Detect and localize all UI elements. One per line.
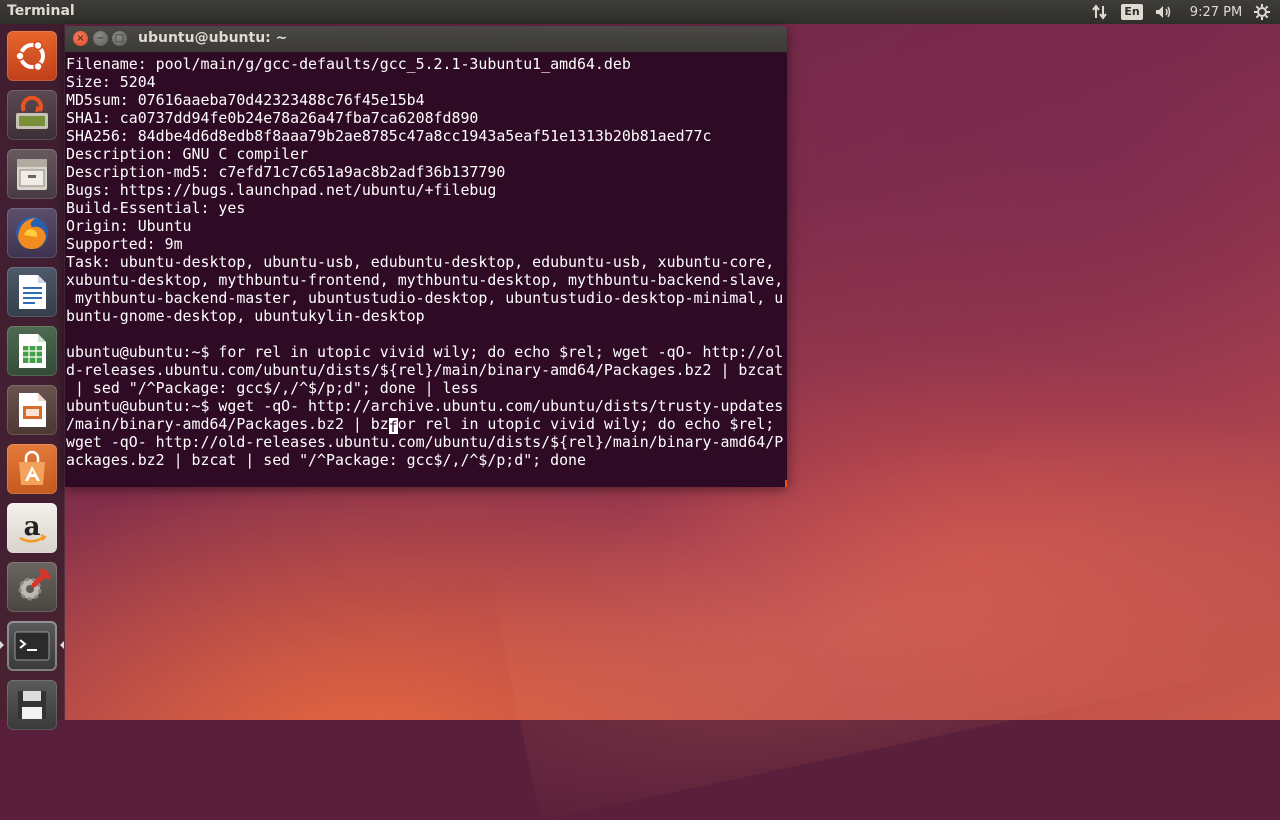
terminal-output[interactable]: Filename: pool/main/g/gcc-defaults/gcc_5…: [65, 52, 787, 469]
software-updater-icon: [16, 95, 48, 129]
launcher-files[interactable]: [7, 149, 57, 199]
launcher-libreoffice-writer[interactable]: [7, 267, 57, 317]
active-app-title: Terminal: [7, 3, 75, 19]
minimize-icon: −: [96, 32, 105, 44]
ubuntu-logo-icon: [15, 40, 45, 72]
top-panel: Terminal En 9:27 PM: [0, 0, 1280, 24]
launcher-software-updater[interactable]: [7, 90, 57, 140]
terminal-command-line: /main/binary-amd64/Packages.bz2 | bzfor …: [66, 415, 787, 436]
launcher-ubuntu-dash[interactable]: [7, 31, 57, 81]
terminal-line: Build-Essential: yes: [66, 199, 246, 217]
terminal-window: × − □ ubuntu@ubuntu: ~ Filename: pool/ma…: [65, 26, 787, 487]
terminal-line: Origin: Ubuntu: [66, 217, 192, 235]
network-updown-icon[interactable]: [1090, 2, 1110, 22]
terminal-line-rest: or rel in utopic vivid wily; do echo $re…: [397, 415, 775, 433]
impress-presentation-icon: [19, 393, 46, 427]
terminal-line: Size: 5204: [66, 73, 156, 91]
maximize-icon: □: [114, 32, 125, 44]
terminal-line: Description: GNU C compiler: [66, 145, 309, 163]
software-center-bag-icon: [19, 450, 45, 485]
launcher-libreoffice-calc[interactable]: [7, 326, 57, 376]
terminal-line: ubuntu@ubuntu:~$ for rel in utopic vivid…: [66, 343, 784, 361]
amazon-icon: a: [19, 512, 47, 543]
window-title: ubuntu@ubuntu: ~: [138, 30, 288, 46]
maximize-button[interactable]: □: [112, 31, 127, 46]
firefox-icon: [16, 217, 48, 249]
terminal-line: mythbuntu-backend-master, ubuntustudio-d…: [66, 289, 784, 307]
focused-indicator: [60, 641, 64, 649]
launcher-system-settings[interactable]: [7, 562, 57, 612]
scroll-position-marker: [785, 480, 787, 487]
settings-wrench-gear-icon: [18, 568, 51, 601]
terminal-line: wget -qO- http://old-releases.ubuntu.com…: [66, 433, 784, 451]
close-button[interactable]: ×: [73, 31, 88, 46]
window-titlebar[interactable]: × − □ ubuntu@ubuntu: ~: [65, 26, 787, 52]
terminal-line: Description-md5: c7efd71c7c651a9ac8b2adf…: [66, 163, 506, 181]
running-indicator: [0, 641, 4, 649]
terminal-line: Task: ubuntu-desktop, ubuntu-usb, edubun…: [66, 253, 775, 271]
volume-icon[interactable]: [1153, 2, 1175, 22]
writer-document-icon: [19, 275, 46, 309]
terminal-line: ackages.bz2 | bzcat | sed "/^Package: gc…: [66, 451, 586, 469]
close-icon: ×: [76, 32, 85, 44]
terminal-line: buntu-gnome-desktop, ubuntukylin-desktop: [66, 307, 425, 325]
terminal-line: | sed "/^Package: gcc$/,/^$/p;d"; done |…: [66, 379, 479, 397]
keyboard-layout-label: En: [1121, 4, 1143, 20]
terminal-line: d-releases.ubuntu.com/ubuntu/dists/${rel…: [66, 361, 784, 379]
file-cabinet-icon: [17, 159, 47, 190]
calc-spreadsheet-icon: [19, 334, 46, 368]
terminal-line: Bugs: https://bugs.launchpad.net/ubuntu/…: [66, 181, 497, 199]
svg-text:a: a: [24, 512, 41, 542]
launcher-terminal[interactable]: [7, 621, 57, 671]
launcher-software-center[interactable]: [7, 444, 57, 494]
text-cursor: f: [388, 418, 398, 436]
terminal-line: xubuntu-desktop, mythbuntu-frontend, myt…: [66, 271, 784, 289]
system-gear-icon[interactable]: [1252, 2, 1272, 22]
floppy-disk-icon: [18, 691, 46, 719]
launcher-libreoffice-impress[interactable]: [7, 385, 57, 435]
launcher-firefox[interactable]: [7, 208, 57, 258]
terminal-line-start: /main/binary-amd64/Packages.bz2 | bz: [66, 415, 389, 433]
terminal-line: Filename: pool/main/g/gcc-defaults/gcc_5…: [66, 55, 631, 73]
terminal-line: SHA256: 84dbe4d6d8edb8f8aaa79b2ae8785c47…: [66, 127, 712, 145]
terminal-body[interactable]: Filename: pool/main/g/gcc-defaults/gcc_5…: [65, 52, 787, 487]
terminal-icon: [14, 631, 50, 661]
launcher-save-disk[interactable]: [7, 680, 57, 730]
terminal-line: MD5sum: 07616aaeba70d42323488c76f45e15b4: [66, 91, 425, 109]
clock[interactable]: 9:27 PM: [1186, 2, 1246, 22]
terminal-line: ubuntu@ubuntu:~$ wget -qO- http://archiv…: [66, 397, 784, 415]
launcher: a: [0, 24, 65, 730]
terminal-line: SHA1: ca0737dd94fe0b24e78a26a47fba7ca620…: [66, 109, 479, 127]
keyboard-layout-indicator[interactable]: En: [1121, 2, 1143, 22]
launcher-amazon[interactable]: a: [7, 503, 57, 553]
minimize-button[interactable]: −: [93, 31, 108, 46]
terminal-line: Supported: 9m: [66, 235, 183, 253]
